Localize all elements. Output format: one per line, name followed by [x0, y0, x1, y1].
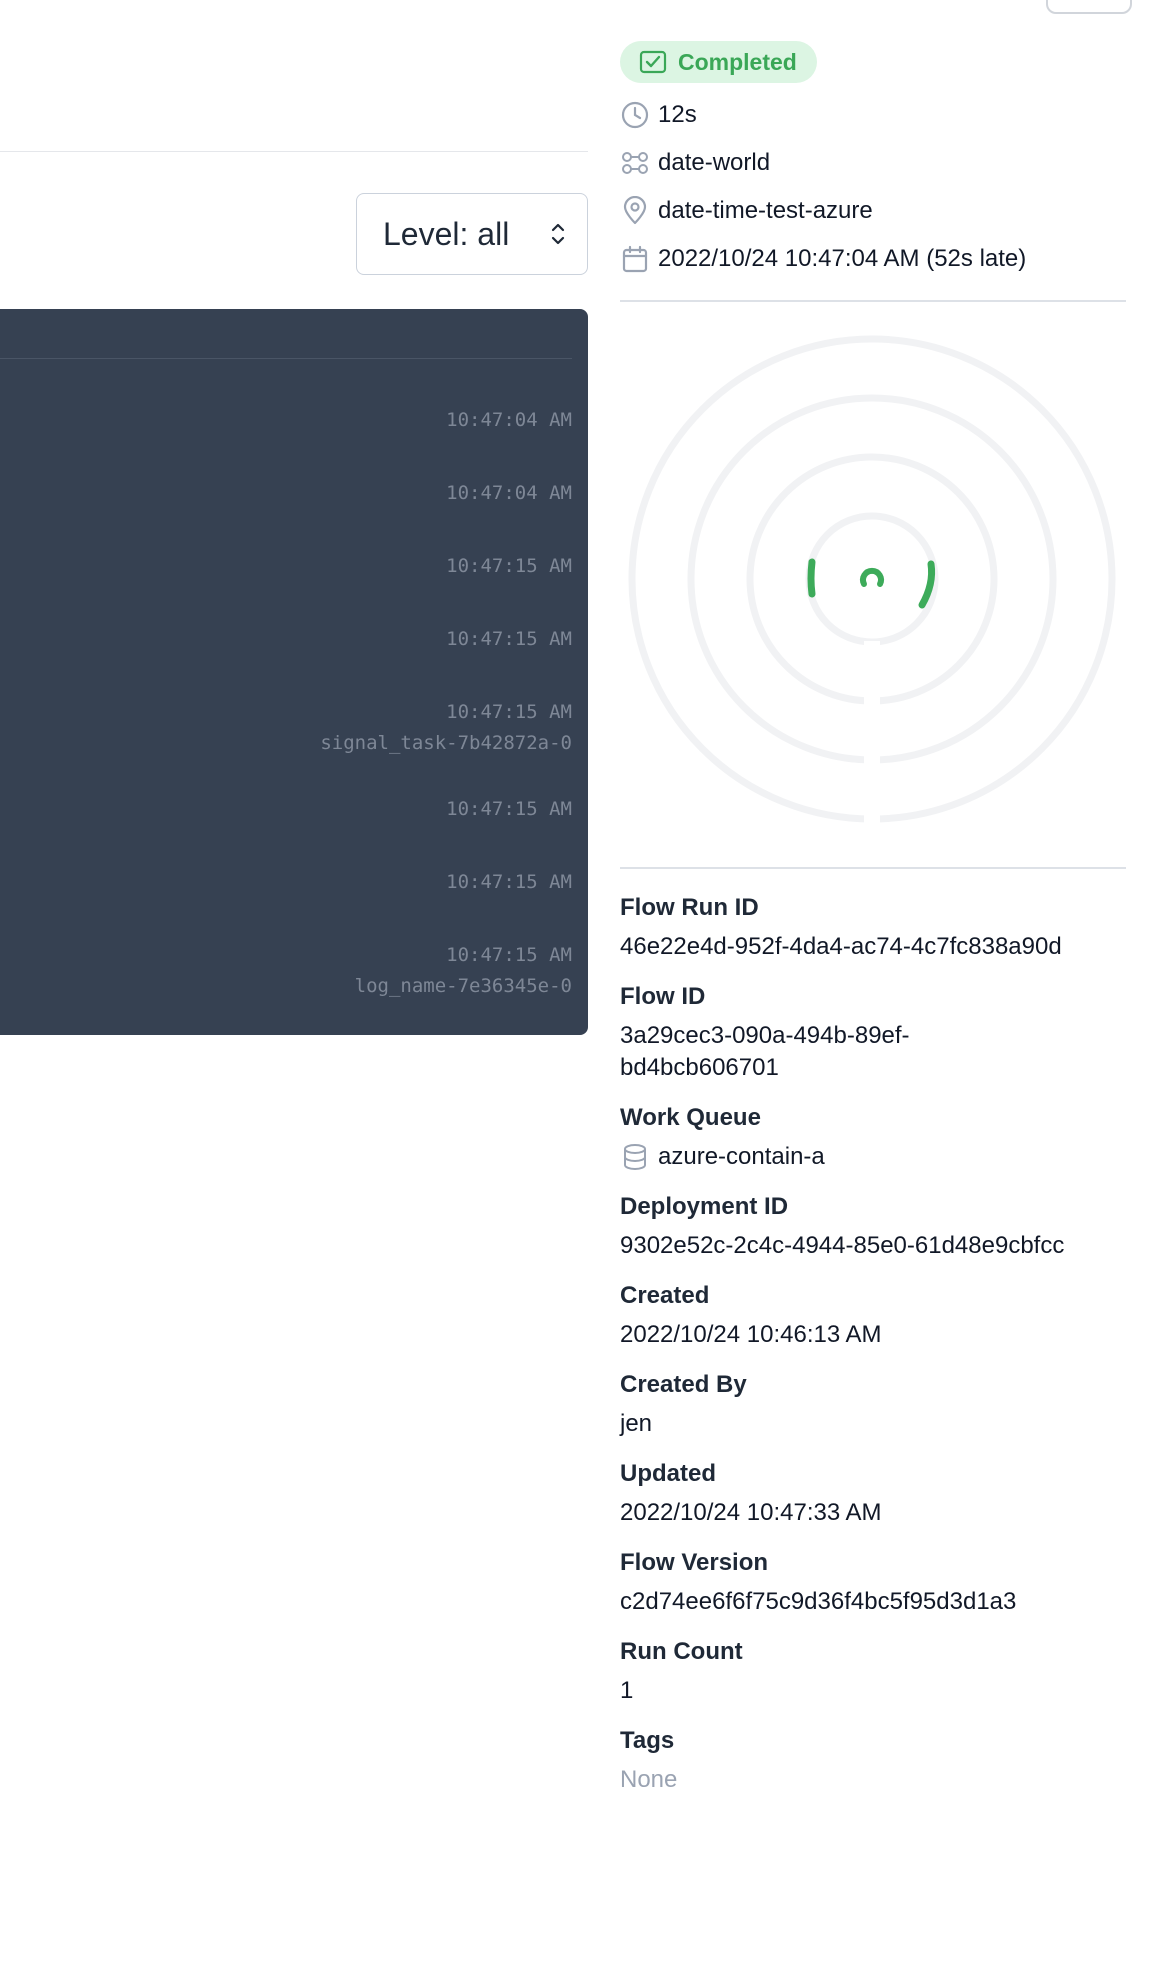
log-level-select-label: Level: all	[383, 215, 510, 252]
log-timestamp: 10:47:15 AM	[446, 798, 572, 820]
detail-label: Flow ID	[620, 983, 706, 1010]
detail-run-count: Run Count 1	[620, 1637, 1126, 1707]
detail-created: Created 2022/10/24 10:46:13 AM	[620, 1281, 1126, 1351]
detail-label: Flow Version	[620, 1549, 769, 1576]
detail-label: Deployment ID	[620, 1193, 789, 1220]
detail-deployment-id: Deployment ID 9302e52c-2c4c-4944-85e0-61…	[620, 1192, 1126, 1262]
detail-label: Work Queue	[620, 1104, 761, 1131]
log-entry: 10:47:15 AM	[446, 871, 572, 893]
detail-created-by: Created By jen	[620, 1370, 1126, 1440]
summary-divider	[620, 300, 1126, 302]
scheduled-row: 2022/10/24 10:47:04 AM (52s late)	[620, 243, 1026, 275]
check-square-icon	[639, 50, 667, 74]
detail-value: 1	[620, 1677, 634, 1704]
tabs-divider	[0, 151, 588, 152]
radar-ring	[805, 512, 939, 646]
duration-value: 12s	[658, 101, 697, 128]
detail-value: jen	[620, 1410, 653, 1437]
deployment-row[interactable]: date-time-test-azure	[620, 195, 873, 227]
log-entry: 10:47:04 AM	[446, 409, 572, 431]
log-timestamp: 10:47:04 AM	[446, 409, 572, 431]
log-entry: 10:47:15 AM signal_task-7b42872a-0	[320, 701, 572, 754]
log-entry: 10:47:15 AM	[446, 555, 572, 577]
detail-flow-version: Flow Version c2d74ee6f6f75c9d36f4bc5f95d…	[620, 1548, 1126, 1618]
work-queue-name[interactable]: azure-contain-a	[658, 1141, 825, 1173]
detail-label: Run Count	[620, 1638, 743, 1665]
log-entry: 10:47:15 AM log_name-7e36345e-0	[355, 944, 572, 997]
work-queue-link[interactable]: azure-contain-a	[620, 1141, 1126, 1173]
chevron-up-down-icon	[551, 223, 565, 245]
radar-node	[807, 558, 816, 598]
log-panel: 10:47:04 AM 10:47:04 AM 10:47:15 AM 10:4…	[0, 309, 588, 1035]
detail-value: None	[620, 1766, 678, 1793]
detail-label: Created By	[620, 1371, 747, 1398]
detail-flow-run-id: Flow Run ID 46e22e4d-952f-4da4-ac74-4c7f…	[620, 893, 1126, 963]
flow-icon	[622, 152, 648, 174]
map-pin-icon	[623, 196, 647, 225]
log-entry: 10:47:15 AM	[446, 798, 572, 820]
flow-run-radar[interactable]	[620, 322, 1126, 842]
log-timestamp: 10:47:15 AM	[446, 555, 572, 577]
log-task-run-name[interactable]: signal_task-7b42872a-0	[320, 732, 572, 754]
log-entry: 10:47:15 AM	[446, 628, 572, 650]
clock-icon	[621, 101, 649, 129]
flow-id-line-1: 3a29cec3-090a-494b-89ef-	[620, 1022, 910, 1049]
flow-id-line-2: bd4bcb606701	[620, 1054, 779, 1081]
radar-node	[860, 567, 884, 587]
log-timestamp: 10:47:04 AM	[446, 482, 572, 504]
database-icon	[624, 1144, 646, 1171]
detail-tags: Tags None	[620, 1726, 1126, 1796]
detail-value: 3a29cec3-090a-494b-89ef- bd4bcb606701	[620, 1020, 1126, 1084]
log-entry: 10:47:04 AM	[446, 482, 572, 504]
deployment-name[interactable]: date-time-test-azure	[658, 197, 873, 225]
detail-value: 2022/10/24 10:46:13 AM	[620, 1321, 882, 1348]
state-badge: Completed	[620, 41, 817, 83]
log-timestamp: 10:47:15 AM	[446, 628, 572, 650]
detail-label: Flow Run ID	[620, 894, 759, 921]
header-menu-button[interactable]	[1046, 0, 1132, 14]
detail-value: 2022/10/24 10:47:33 AM	[620, 1499, 882, 1526]
scheduled-time: 2022/10/24 10:47:04 AM (52s late)	[658, 245, 1027, 272]
detail-label: Updated	[620, 1460, 716, 1487]
log-timestamp: 10:47:15 AM	[446, 701, 572, 723]
detail-updated: Updated 2022/10/24 10:47:33 AM	[620, 1459, 1126, 1529]
detail-label: Created	[620, 1282, 710, 1309]
log-task-run-name[interactable]: log_name-7e36345e-0	[355, 975, 572, 997]
detail-value: 9302e52c-2c4c-4944-85e0-61d48e9cbfcc	[620, 1232, 1065, 1259]
state-label: Completed	[678, 48, 797, 75]
log-timestamp: 10:47:15 AM	[446, 871, 572, 893]
detail-work-queue: Work Queue azure-contain-a	[620, 1103, 1126, 1173]
calendar-icon	[622, 245, 648, 273]
detail-flow-id: Flow ID 3a29cec3-090a-494b-89ef- bd4bcb6…	[620, 982, 1126, 1084]
detail-label: Tags	[620, 1727, 675, 1754]
log-panel-divider	[0, 358, 572, 359]
detail-value: c2d74ee6f6f75c9d36f4bc5f95d3d1a3	[620, 1588, 1017, 1615]
detail-value: 46e22e4d-952f-4da4-ac74-4c7fc838a90d	[620, 933, 1062, 960]
flow-row[interactable]: date-world	[620, 147, 770, 179]
duration-row: 12s	[620, 99, 697, 131]
log-level-select[interactable]: Level: all	[356, 193, 588, 275]
log-timestamp: 10:47:15 AM	[446, 944, 572, 966]
flow-name[interactable]: date-world	[658, 149, 770, 177]
details-divider	[620, 867, 1126, 869]
